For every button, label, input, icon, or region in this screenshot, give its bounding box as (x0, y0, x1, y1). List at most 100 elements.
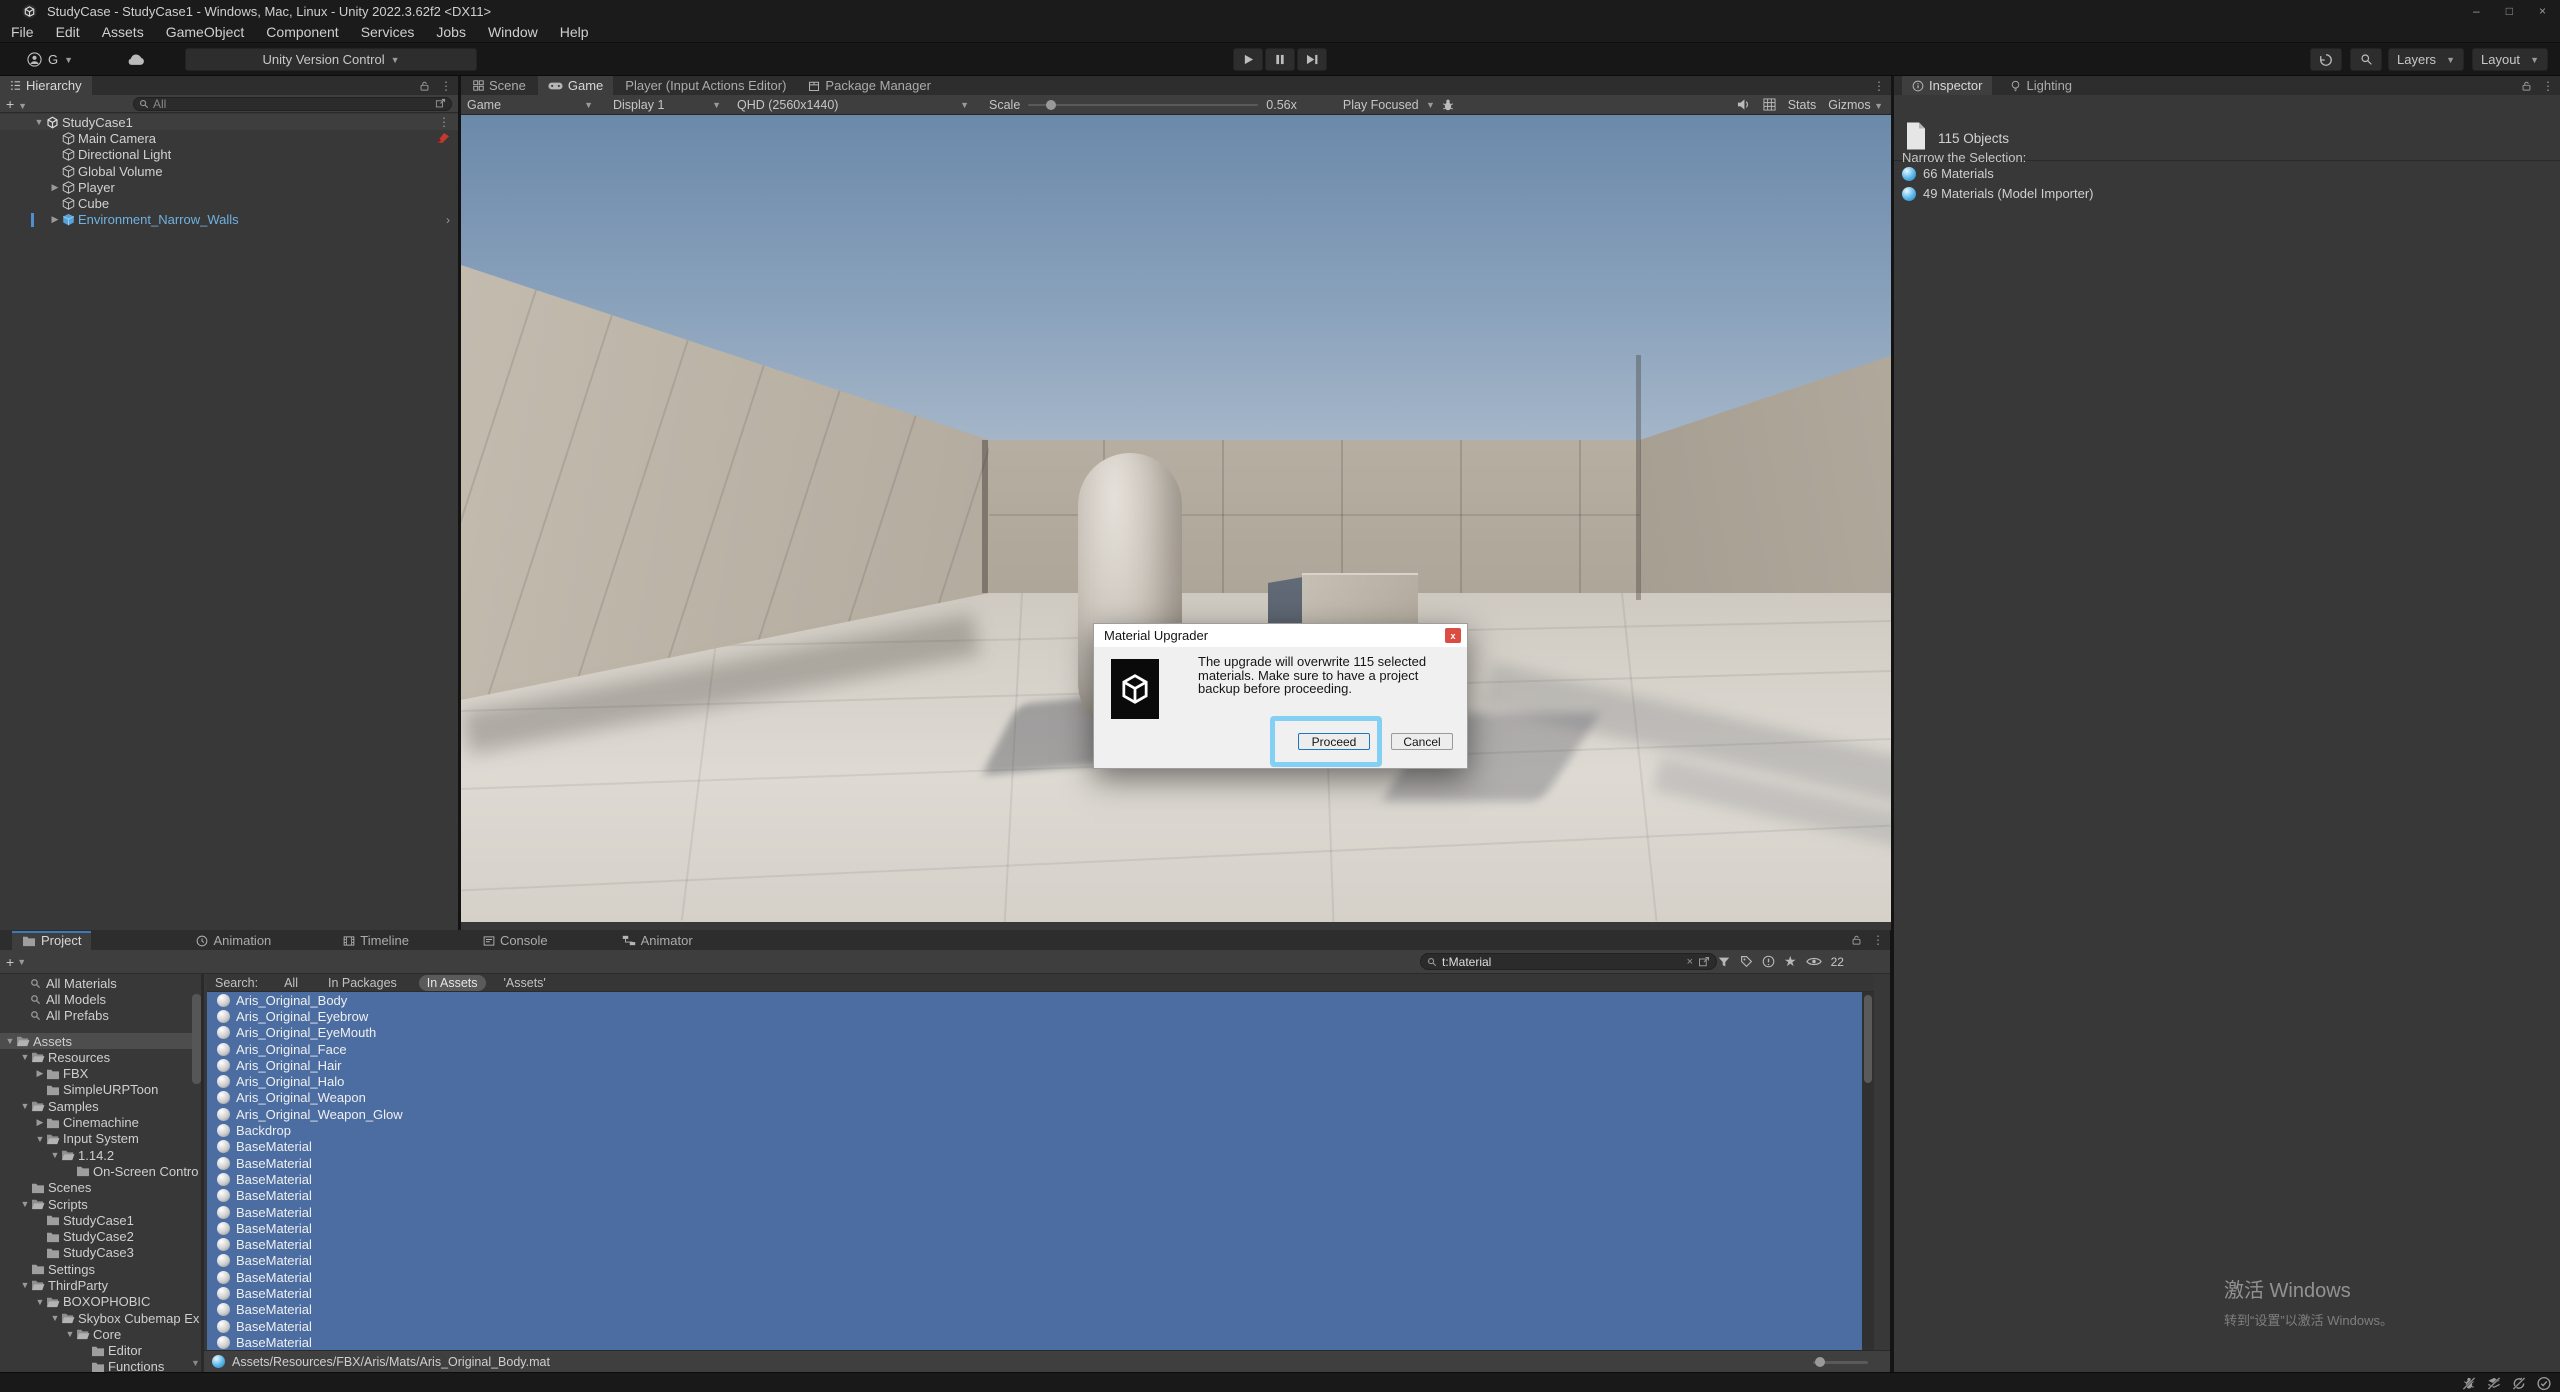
account-button[interactable]: G ▼ (10, 48, 90, 71)
tab-game[interactable]: Game (538, 76, 613, 95)
kebab-menu-icon[interactable]: ⋮ (440, 80, 452, 92)
kebab-menu-icon[interactable]: ⋮ (2542, 80, 2554, 92)
lock-icon[interactable] (2521, 80, 2532, 92)
resolution-dropdown[interactable]: QHD (2560x1440)▼ (731, 95, 975, 115)
folder-scripts[interactable]: ▼Scripts (0, 1196, 201, 1212)
hierarchy-item-global-volume[interactable]: Global Volume (0, 163, 458, 179)
open-search-window-icon[interactable] (1698, 956, 1710, 968)
hidden-packages-icon[interactable] (1762, 955, 1775, 968)
version-control-button[interactable]: Unity Version Control ▼ (185, 48, 477, 71)
kebab-menu-icon[interactable]: ⋮ (1872, 934, 1884, 946)
dialog-title-bar[interactable]: Material Upgrader (1094, 624, 1467, 647)
play-focused-dropdown[interactable]: Play Focused▼ (1337, 95, 1441, 115)
menu-jobs[interactable]: Jobs (425, 22, 477, 43)
hierarchy-item-directional-light[interactable]: Directional Light (0, 147, 458, 163)
expander-icon[interactable]: ▶ (48, 214, 62, 225)
dialog-close-button[interactable]: x (1445, 628, 1461, 643)
frame-debugger-icon[interactable] (1441, 98, 1455, 112)
asset-basematerial-13[interactable]: BaseMaterial (207, 1204, 1874, 1220)
cloud-button[interactable] (118, 48, 154, 71)
asset-aris-original-body-0[interactable]: Aris_Original_Body (207, 992, 1874, 1008)
chevron-right-icon[interactable]: › (446, 213, 450, 227)
stats-toggle[interactable]: Stats (1788, 98, 1817, 112)
asset-basematerial-11[interactable]: BaseMaterial (207, 1171, 1874, 1187)
folder-assets[interactable]: ▼Assets (0, 1033, 201, 1049)
asset-aris-original-weapon-glow-7[interactable]: Aris_Original_Weapon_Glow (207, 1106, 1874, 1122)
layers-disabled-icon[interactable] (2486, 1376, 2502, 1391)
global-search-button[interactable] (2350, 48, 2382, 71)
project-search-input[interactable]: t:Material × (1420, 953, 1717, 970)
vsync-grid-icon[interactable] (1763, 98, 1776, 111)
expander-icon[interactable]: ▼ (4, 1036, 16, 1046)
proceed-button[interactable]: Proceed (1298, 733, 1370, 750)
file-list-scrollbar-thumb[interactable] (1864, 995, 1872, 1083)
filter-by-label-icon[interactable] (1740, 955, 1753, 968)
step-button[interactable] (1297, 48, 1327, 71)
filter-by-type-icon[interactable] (1717, 955, 1731, 969)
lock-icon[interactable] (1851, 934, 1862, 946)
tab-timeline[interactable]: Timeline (333, 931, 419, 950)
expander-icon[interactable]: ▼ (34, 1297, 46, 1307)
asset-backdrop-8[interactable]: Backdrop (207, 1122, 1874, 1138)
folder-input-system[interactable]: ▼Input System (0, 1131, 201, 1147)
check-circle-icon[interactable] (2536, 1376, 2552, 1391)
menu-component[interactable]: Component (255, 22, 349, 43)
scope-all[interactable]: All (276, 975, 306, 991)
tab-player-input-actions-editor[interactable]: Player (Input Actions Editor) (615, 76, 796, 95)
selection-group-49-materials-model-importer[interactable]: 49 Materials (Model Importer) (1902, 186, 2094, 201)
expander-icon[interactable]: ▼ (32, 117, 46, 127)
display-dropdown[interactable]: Display 1▼ (607, 95, 727, 115)
asset-basematerial-20[interactable]: BaseMaterial (207, 1318, 1874, 1334)
hierarchy-item-main-camera[interactable]: Main Camera (0, 130, 458, 146)
folder-scenes[interactable]: Scenes (0, 1180, 201, 1196)
kebab-menu-icon[interactable]: ⋮ (438, 116, 450, 128)
favorite-all-materials[interactable]: All Materials (0, 975, 201, 991)
expander-icon[interactable]: ▶ (34, 1117, 46, 1128)
tab-animation[interactable]: Animation (186, 931, 281, 950)
bug-disabled-icon[interactable] (2461, 1376, 2477, 1391)
asset-aris-original-eyemouth-2[interactable]: Aris_Original_EyeMouth (207, 1025, 1874, 1041)
expander-icon[interactable]: ▼ (49, 1150, 61, 1160)
folder-functions[interactable]: Functions (0, 1359, 201, 1372)
folder-thirdparty[interactable]: ▼ThirdParty (0, 1277, 201, 1293)
folder-1-14-2[interactable]: ▼1.14.2 (0, 1147, 201, 1163)
hierarchy-item-player[interactable]: ▶Player (0, 179, 458, 195)
favorites-star-icon[interactable]: ★ (1784, 953, 1797, 970)
menu-file[interactable]: File (0, 22, 45, 43)
menu-edit[interactable]: Edit (45, 22, 91, 43)
asset-basematerial-12[interactable]: BaseMaterial (207, 1188, 1874, 1204)
scale-slider-thumb[interactable] (1046, 100, 1056, 110)
hierarchy-item-environment-narrow-walls[interactable]: ▶Environment_Narrow_Walls› (0, 212, 458, 228)
selection-group-66-materials[interactable]: 66 Materials (1902, 166, 1994, 181)
thumbnail-size-thumb[interactable] (1815, 1357, 1825, 1367)
asset-aris-original-halo-5[interactable]: Aris_Original_Halo (207, 1073, 1874, 1089)
layout-dropdown[interactable]: Layout▼ (2472, 48, 2548, 71)
folder-samples[interactable]: ▼Samples (0, 1098, 201, 1114)
asset-aris-original-weapon-6[interactable]: Aris_Original_Weapon (207, 1090, 1874, 1106)
create-asset-button[interactable]: + ▼ (6, 954, 26, 970)
scroll-down-arrow-icon[interactable]: ▼ (191, 1358, 200, 1368)
folder-editor[interactable]: Editor (0, 1343, 201, 1359)
asset-aris-original-face-3[interactable]: Aris_Original_Face (207, 1041, 1874, 1057)
asset-basematerial-17[interactable]: BaseMaterial (207, 1269, 1874, 1285)
folder-boxophobic[interactable]: ▼BOXOPHOBIC (0, 1294, 201, 1310)
scope-in-packages[interactable]: In Packages (320, 975, 405, 991)
folder-simpleurptoon[interactable]: SimpleURPToon (0, 1082, 201, 1098)
kebab-menu-icon[interactable]: ⋮ (1873, 80, 1885, 92)
scope-in-assets[interactable]: In Assets (419, 975, 486, 991)
expander-icon[interactable]: ▼ (19, 1199, 31, 1209)
asset-basematerial-9[interactable]: BaseMaterial (207, 1139, 1874, 1155)
expander-icon[interactable]: ▶ (48, 182, 62, 193)
folder-cinemachine[interactable]: ▶Cinemachine (0, 1114, 201, 1130)
play-button[interactable] (1233, 48, 1263, 71)
game-viewport[interactable] (461, 115, 1891, 922)
maximize-button[interactable]: □ (2506, 4, 2513, 18)
asset-basematerial-16[interactable]: BaseMaterial (207, 1253, 1874, 1269)
folder-settings[interactable]: Settings (0, 1261, 201, 1277)
display-mode-dropdown[interactable]: Game▼ (461, 95, 599, 115)
asset-basematerial-21[interactable]: BaseMaterial (207, 1334, 1874, 1350)
tab-scene[interactable]: Scene (463, 76, 536, 95)
layers-dropdown[interactable]: Layers▼ (2388, 48, 2464, 71)
cancel-button[interactable]: Cancel (1391, 733, 1453, 750)
expander-icon[interactable]: ▼ (34, 1134, 46, 1144)
